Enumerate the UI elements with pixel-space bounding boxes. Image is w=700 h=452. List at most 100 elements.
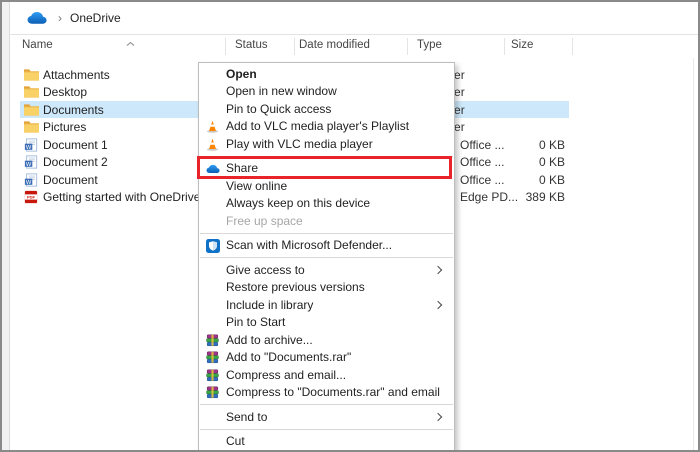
file-name[interactable]: Attachments xyxy=(43,68,110,82)
context-menu: Open Open in new window Pin to Quick acces… xyxy=(198,62,455,452)
menu-item-label: Pin to Quick access xyxy=(226,102,331,116)
column-divider[interactable] xyxy=(407,38,408,55)
sort-ascending-icon[interactable] xyxy=(126,36,135,50)
menu-separator xyxy=(200,257,453,258)
winrar-icon xyxy=(206,333,220,347)
svg-text:PDF: PDF xyxy=(27,195,36,200)
column-divider[interactable] xyxy=(294,38,295,55)
file-name[interactable]: Pictures xyxy=(43,120,86,134)
column-divider[interactable] xyxy=(504,38,505,55)
no-icon xyxy=(206,179,220,193)
left-gutter xyxy=(2,2,10,450)
menu-item-scan-with-microsoft-defender[interactable]: Scan with Microsoft Defender... xyxy=(199,237,454,255)
menu-item-view-online[interactable]: View online xyxy=(199,177,454,195)
menu-item-label: Send to xyxy=(226,410,267,424)
file-name[interactable]: Document 1 xyxy=(43,138,108,152)
menu-item-compress-to-documents-rar-and-email[interactable]: Compress to "Documents.rar" and email xyxy=(199,384,454,402)
menu-item-label: Always keep on this device xyxy=(226,196,370,210)
file-name[interactable]: Documents xyxy=(43,103,104,117)
no-icon xyxy=(206,410,220,424)
menu-item-label: Add to archive... xyxy=(226,333,313,347)
column-header-size[interactable]: Size xyxy=(511,39,533,51)
menu-item-cut[interactable]: Cut xyxy=(199,433,454,451)
submenu-arrow-icon xyxy=(434,301,442,309)
pdf-icon: PDF xyxy=(24,190,40,204)
column-header-type[interactable]: Type xyxy=(417,39,442,51)
menu-item-restore-previous-versions[interactable]: Restore previous versions xyxy=(199,279,454,297)
file-size: 0 KB xyxy=(482,155,565,169)
menu-item-send-to[interactable]: Send to xyxy=(199,408,454,426)
column-header-row: Name Status Date modified Type Size xyxy=(10,35,698,58)
menu-item-label: Restore previous versions xyxy=(226,280,365,294)
menu-item-label: Open in new window xyxy=(226,84,337,98)
no-icon xyxy=(206,435,220,449)
menu-item-pin-to-start[interactable]: Pin to Start xyxy=(199,314,454,332)
chevron-right-icon: › xyxy=(58,11,62,25)
window-right-edge xyxy=(693,2,694,450)
menu-separator xyxy=(200,156,453,157)
file-size: 389 KB xyxy=(482,190,565,204)
menu-item-open[interactable]: Open xyxy=(199,65,454,83)
file-name[interactable]: Getting started with OneDrive xyxy=(43,190,200,204)
menu-item-add-to-archive[interactable]: Add to archive... xyxy=(199,331,454,349)
submenu-arrow-icon xyxy=(434,266,442,274)
no-icon xyxy=(206,281,220,295)
file-name[interactable]: Desktop xyxy=(43,85,87,99)
column-header-name[interactable]: Name xyxy=(22,39,53,51)
breadcrumb: › OneDrive xyxy=(10,2,698,35)
menu-item-share[interactable]: Share xyxy=(199,160,454,178)
menu-item-free-up-space: Free up space xyxy=(199,212,454,230)
column-divider[interactable] xyxy=(225,38,226,55)
menu-item-play-with-vlc-media-player[interactable]: Play with VLC media player xyxy=(199,135,454,153)
no-icon xyxy=(206,263,220,277)
menu-item-label: Give access to xyxy=(226,263,305,277)
menu-item-give-access-to[interactable]: Give access to xyxy=(199,261,454,279)
menu-separator xyxy=(200,233,453,234)
menu-item-label: Compress to "Documents.rar" and email xyxy=(226,385,440,399)
no-icon xyxy=(206,85,220,99)
winrar-icon xyxy=(206,368,220,382)
folder-icon xyxy=(24,85,40,99)
menu-item-pin-to-quick-access[interactable]: Pin to Quick access xyxy=(199,100,454,118)
column-header-date-modified[interactable]: Date modified xyxy=(299,39,370,51)
vlc-cone-icon xyxy=(206,120,220,134)
menu-item-always-keep-on-this-device[interactable]: Always keep on this device xyxy=(199,195,454,213)
menu-item-add-to-documents-rar[interactable]: Add to "Documents.rar" xyxy=(199,349,454,367)
menu-item-include-in-library[interactable]: Include in library xyxy=(199,296,454,314)
file-size: 0 KB xyxy=(482,173,565,187)
onedrive-cloud-icon xyxy=(26,11,48,25)
menu-item-label: Add to "Documents.rar" xyxy=(226,350,351,364)
word-doc-icon: W xyxy=(24,138,40,152)
onedrive-cloud-icon xyxy=(206,162,220,176)
menu-item-open-in-new-window[interactable]: Open in new window xyxy=(199,83,454,101)
menu-item-label: Compress and email... xyxy=(226,368,346,382)
menu-separator xyxy=(200,429,453,430)
file-name[interactable]: Document 2 xyxy=(43,155,108,169)
file-name[interactable]: Document xyxy=(43,173,98,187)
word-doc-icon: W xyxy=(24,155,40,169)
winrar-icon xyxy=(206,351,220,365)
no-icon xyxy=(206,214,220,228)
folder-icon xyxy=(24,120,40,134)
no-icon xyxy=(206,316,220,330)
word-doc-icon: W xyxy=(24,173,40,187)
menu-item-add-to-vlc-media-player-s-playlist[interactable]: Add to VLC media player's Playlist xyxy=(199,118,454,136)
svg-text:W: W xyxy=(26,179,32,185)
svg-text:W: W xyxy=(26,162,32,168)
column-divider[interactable] xyxy=(572,38,573,55)
column-header-status[interactable]: Status xyxy=(235,39,268,51)
menu-item-label: Share xyxy=(226,161,258,175)
no-icon xyxy=(206,197,220,211)
menu-item-label: Open xyxy=(226,67,257,81)
menu-separator xyxy=(200,404,453,405)
submenu-arrow-icon xyxy=(434,413,442,421)
vlc-cone-icon xyxy=(206,137,220,151)
folder-icon xyxy=(24,68,40,82)
file-size: 0 KB xyxy=(482,138,565,152)
menu-item-compress-and-email[interactable]: Compress and email... xyxy=(199,366,454,384)
no-icon xyxy=(206,67,220,81)
menu-item-label: Scan with Microsoft Defender... xyxy=(226,238,392,252)
menu-item-label: Play with VLC media player xyxy=(226,137,373,151)
breadcrumb-location[interactable]: OneDrive xyxy=(70,11,121,25)
svg-text:W: W xyxy=(26,144,32,150)
